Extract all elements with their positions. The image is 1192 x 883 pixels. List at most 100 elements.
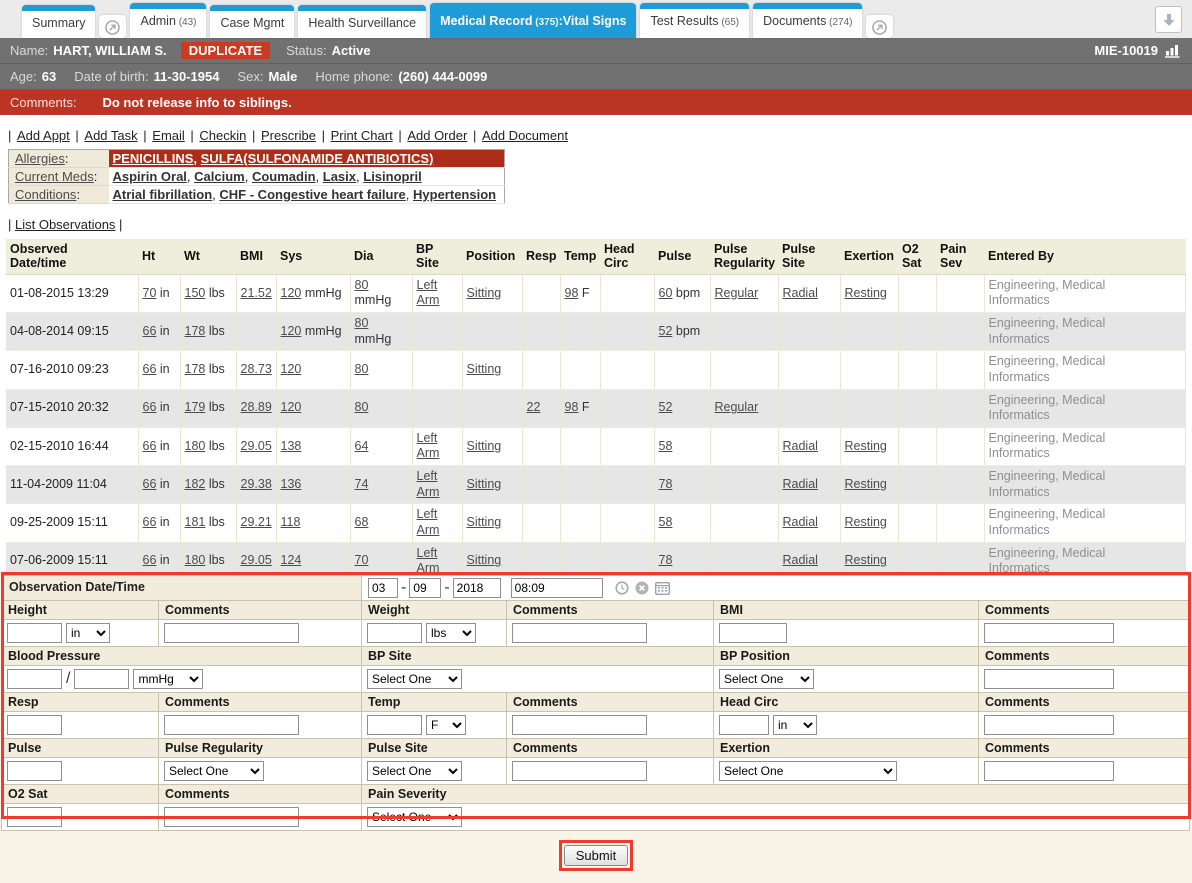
height-input[interactable]: [7, 623, 62, 643]
value-link[interactable]: Regular: [715, 286, 759, 300]
exertion-select[interactable]: Select One: [719, 761, 897, 781]
value-link[interactable]: Resting: [845, 286, 887, 300]
comments-input[interactable]: [512, 623, 647, 643]
blood-pressure-select[interactable]: mmHg: [133, 669, 203, 689]
time-input[interactable]: [511, 578, 603, 598]
summary-item-link[interactable]: CHF - Congestive heart failure: [219, 187, 405, 202]
download-button[interactable]: [1155, 6, 1182, 33]
tab-medical-record[interactable]: Medical Record (375):Vital Signs: [430, 3, 636, 38]
clock-icon[interactable]: [615, 581, 629, 595]
value-link[interactable]: 29.05: [241, 439, 272, 453]
comments-input[interactable]: [164, 623, 299, 643]
bp-site-select[interactable]: Select One: [367, 669, 462, 689]
value-link[interactable]: Resting: [845, 553, 887, 567]
value-link[interactable]: 21.52: [241, 286, 272, 300]
summary-item-link[interactable]: Aspirin Oral: [113, 169, 187, 184]
value-link[interactable]: 28.89: [241, 400, 272, 414]
value-link[interactable]: 68: [355, 515, 369, 529]
value-link[interactable]: 29.05: [241, 553, 272, 567]
value-link[interactable]: 29.38: [241, 477, 272, 491]
value-link[interactable]: Resting: [845, 439, 887, 453]
value-link[interactable]: 98: [565, 286, 579, 300]
value-link[interactable]: 80: [355, 278, 369, 292]
comments-input[interactable]: [512, 715, 647, 735]
action-link-add-appt[interactable]: Add Appt: [17, 128, 70, 143]
comments-input[interactable]: [984, 761, 1114, 781]
tab-admin[interactable]: Admin (43): [130, 3, 206, 38]
value-link[interactable]: Sitting: [467, 515, 502, 529]
head-circ-select[interactable]: in: [773, 715, 817, 735]
summary-label-link-current-meds[interactable]: Current Meds: [15, 169, 94, 184]
summary-item-link[interactable]: PENICILLINS: [113, 151, 194, 166]
value-link[interactable]: Sitting: [467, 553, 502, 567]
value-link[interactable]: 136: [281, 477, 302, 491]
open-in-new-icon[interactable]: [866, 15, 893, 38]
height-select[interactable]: in: [66, 623, 110, 643]
action-link-checkin[interactable]: Checkin: [199, 128, 246, 143]
value-link[interactable]: 78: [659, 477, 673, 491]
bp-position-select[interactable]: Select One: [719, 669, 814, 689]
bar-chart-icon[interactable]: [1165, 43, 1182, 58]
summary-label-link-conditions[interactable]: Conditions: [15, 187, 76, 202]
value-link[interactable]: 120: [281, 362, 302, 376]
value-link[interactable]: 178: [185, 324, 206, 338]
bmi-input[interactable]: [719, 623, 787, 643]
value-link[interactable]: 181: [185, 515, 206, 529]
value-link[interactable]: 138: [281, 439, 302, 453]
summary-item-link[interactable]: Atrial fibrillation: [113, 187, 213, 202]
submit-button[interactable]: Submit: [564, 845, 628, 866]
list-observations-link[interactable]: List Observations: [15, 217, 115, 232]
value-link[interactable]: 78: [659, 553, 673, 567]
value-link[interactable]: 180: [185, 553, 206, 567]
value-link[interactable]: 178: [185, 362, 206, 376]
value-link[interactable]: Radial: [783, 477, 818, 491]
value-link[interactable]: Resting: [845, 477, 887, 491]
value-link[interactable]: Radial: [783, 286, 818, 300]
value-link[interactable]: 118: [281, 515, 301, 529]
action-link-add-document[interactable]: Add Document: [482, 128, 568, 143]
action-link-print-chart[interactable]: Print Chart: [331, 128, 393, 143]
value-link[interactable]: 29.21: [241, 515, 272, 529]
value-link[interactable]: 74: [355, 477, 369, 491]
comments-input[interactable]: [984, 715, 1114, 735]
summary-item-link[interactable]: Lisinopril: [363, 169, 422, 184]
blood-pressure-input[interactable]: [7, 669, 62, 689]
value-link[interactable]: 58: [659, 515, 673, 529]
resp-input[interactable]: [7, 715, 62, 735]
value-link[interactable]: 124: [281, 553, 302, 567]
value-link[interactable]: 70: [355, 553, 369, 567]
date-day-input[interactable]: [409, 578, 441, 598]
value-link[interactable]: 98: [565, 400, 579, 414]
value-link[interactable]: Regular: [715, 400, 759, 414]
value-link[interactable]: 66: [143, 400, 157, 414]
value-link[interactable]: 60: [659, 286, 673, 300]
comments-input[interactable]: [512, 761, 647, 781]
value-link[interactable]: Sitting: [467, 439, 502, 453]
value-link[interactable]: 66: [143, 553, 157, 567]
tab-summary[interactable]: Summary: [22, 5, 95, 38]
value-link[interactable]: Radial: [783, 439, 818, 453]
temp-select[interactable]: F: [426, 715, 466, 735]
temp-input[interactable]: [367, 715, 422, 735]
weight-select[interactable]: lbs: [426, 623, 476, 643]
value-link[interactable]: Sitting: [467, 286, 502, 300]
pulse-input[interactable]: [7, 761, 62, 781]
blood-pressure-input[interactable]: [74, 669, 129, 689]
weight-input[interactable]: [367, 623, 422, 643]
value-link[interactable]: 70: [143, 286, 157, 300]
value-link[interactable]: 64: [355, 439, 369, 453]
action-link-add-order[interactable]: Add Order: [407, 128, 467, 143]
value-link[interactable]: Left Arm: [417, 278, 440, 308]
value-link[interactable]: Radial: [783, 553, 818, 567]
value-link[interactable]: 58: [659, 439, 673, 453]
summary-item-link[interactable]: Coumadin: [252, 169, 316, 184]
value-link[interactable]: 66: [143, 477, 157, 491]
value-link[interactable]: Resting: [845, 515, 887, 529]
date-month-input[interactable]: [368, 578, 398, 598]
pain-severity-select[interactable]: Select One: [367, 807, 462, 827]
value-link[interactable]: 150: [185, 286, 206, 300]
value-link[interactable]: 120: [281, 324, 302, 338]
action-link-add-task[interactable]: Add Task: [84, 128, 137, 143]
calendar-icon[interactable]: [655, 581, 670, 595]
value-link[interactable]: 179: [185, 400, 206, 414]
